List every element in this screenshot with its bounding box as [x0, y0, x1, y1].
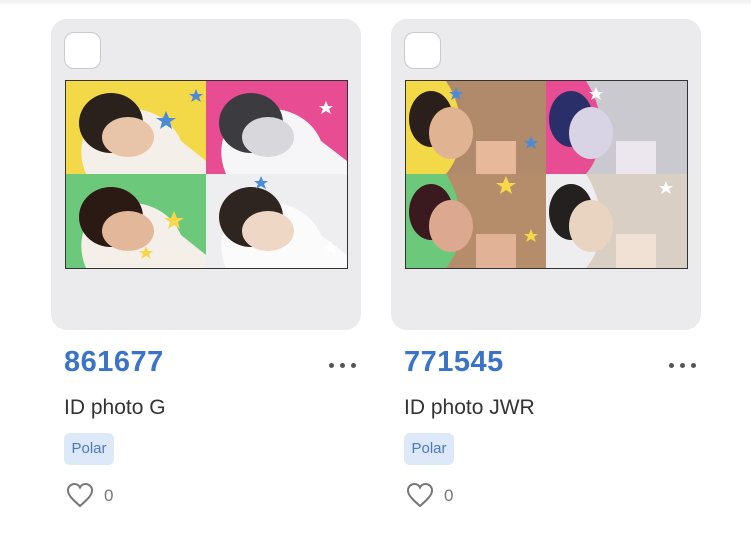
category-tag: Polar [404, 433, 454, 465]
product-card[interactable]: 861677 ID photo G Polar 0 [51, 19, 363, 508]
collage-image [406, 81, 687, 268]
card-thumbnail[interactable] [391, 19, 701, 330]
heart-icon[interactable] [66, 482, 94, 508]
product-code[interactable]: 861677 [64, 346, 164, 379]
card-thumbnail[interactable] [51, 19, 361, 330]
more-options-icon[interactable] [663, 353, 703, 375]
select-checkbox[interactable] [64, 32, 101, 69]
more-options-icon[interactable] [323, 353, 363, 375]
collage-image [66, 81, 347, 268]
product-code[interactable]: 771545 [404, 346, 504, 379]
product-title[interactable]: ID photo G [64, 396, 166, 420]
like-count: 0 [104, 486, 114, 505]
photo-collage [65, 80, 348, 269]
like-count: 0 [444, 486, 454, 505]
product-card[interactable]: 771545 ID photo JWR Polar 0 [391, 19, 703, 508]
select-checkbox[interactable] [404, 32, 441, 69]
product-title[interactable]: ID photo JWR [404, 396, 535, 420]
category-tag: Polar [64, 433, 114, 465]
top-divider [0, 0, 751, 6]
photo-collage [405, 80, 688, 269]
heart-icon[interactable] [406, 482, 434, 508]
